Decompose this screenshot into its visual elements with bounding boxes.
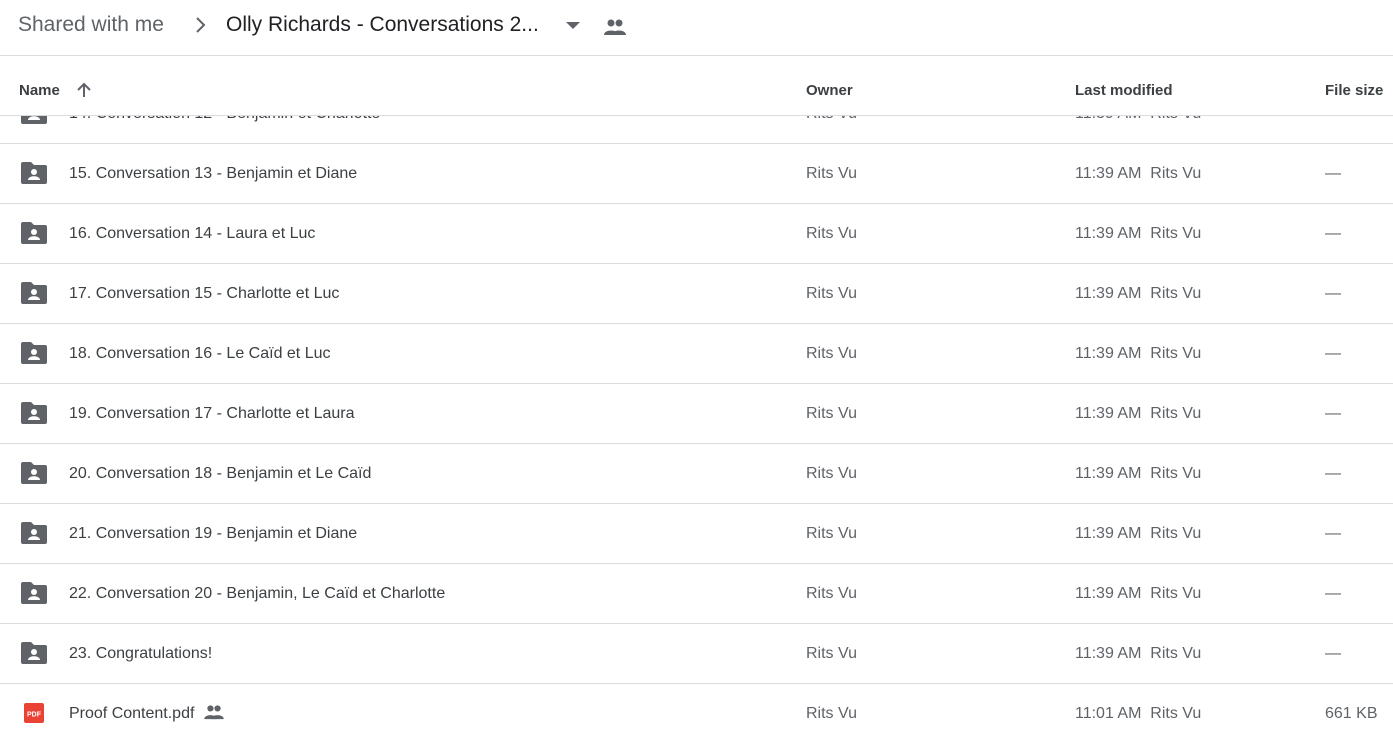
file-list-row[interactable]: 17. Conversation 15 - Charlotte et Luc Ri… [0, 264, 1393, 324]
file-name-text: 18. Conversation 16 - Le Caïd et Luc [69, 345, 331, 362]
file-name-text: 23. Congratulations! [69, 645, 213, 662]
pdf-file-icon: PDF [24, 703, 44, 723]
file-size: — [1325, 225, 1341, 242]
shared-folder-icon [21, 522, 47, 544]
file-list-row[interactable]: 20. Conversation 18 - Benjamin et Le Caï… [0, 444, 1393, 504]
file-size: — [1325, 645, 1341, 662]
file-owner: Rits Vu [806, 465, 857, 482]
file-name-text: 21. Conversation 19 - Benjamin et Diane [69, 525, 358, 542]
file-list: 14. Conversation 12 - Benjamin et Charlo… [0, 84, 1393, 740]
column-header-owner[interactable]: Owner [806, 81, 853, 101]
file-owner: Rits Vu [806, 225, 857, 242]
file-owner: Rits Vu [806, 645, 857, 662]
file-list-row[interactable]: 22. Conversation 20 - Benjamin, Le Caïd … [0, 564, 1393, 624]
file-size: — [1325, 465, 1341, 482]
file-name-text: 17. Conversation 15 - Charlotte et Luc [69, 285, 340, 302]
breadcrumb-bar: Shared with me Olly Richards - Conversat… [0, 0, 1393, 56]
file-last-modified: 11:39 AM Rits Vu [1075, 285, 1202, 302]
file-name[interactable]: Proof Content.pdf [69, 704, 225, 724]
shared-folder-icon [21, 402, 47, 424]
shared-folder-icon [21, 342, 47, 364]
shared-folder-icon [21, 582, 47, 604]
file-name-text: 19. Conversation 17 - Charlotte et Laura [69, 405, 355, 422]
file-size: — [1325, 405, 1341, 422]
file-owner: Rits Vu [806, 285, 857, 302]
file-name[interactable]: 17. Conversation 15 - Charlotte et Luc [69, 284, 339, 304]
column-header-file-size[interactable]: File size [1325, 81, 1383, 101]
file-list-row[interactable]: 19. Conversation 17 - Charlotte et Laura… [0, 384, 1393, 444]
file-name[interactable]: 20. Conversation 18 - Benjamin et Le Caï… [69, 464, 371, 484]
shared-folder-icon [21, 282, 47, 304]
shared-folder-icon [21, 462, 47, 484]
shared-folder-icon [21, 642, 47, 664]
file-name[interactable]: 21. Conversation 19 - Benjamin et Diane [69, 524, 357, 544]
file-last-modified: 11:39 AM Rits Vu [1075, 225, 1202, 242]
shared-people-icon [204, 705, 225, 719]
file-list-row[interactable]: 18. Conversation 16 - Le Caïd et Luc Rits… [0, 324, 1393, 384]
file-name-text: Proof Content.pdf [69, 705, 195, 722]
breadcrumb-current-folder[interactable]: Olly Richards - Conversations 2... [226, 12, 539, 38]
file-last-modified: 11:39 AM Rits Vu [1075, 165, 1202, 182]
file-name-text: 20. Conversation 18 - Benjamin et Le Caï… [69, 465, 372, 482]
breadcrumb-shared-with-me[interactable]: Shared with me [18, 12, 164, 38]
file-last-modified: 11:39 AM Rits Vu [1075, 465, 1202, 482]
file-name[interactable]: 16. Conversation 14 - Laura et Luc [69, 224, 315, 244]
shared-folder-icon [21, 222, 47, 244]
file-name-text: 16. Conversation 14 - Laura et Luc [69, 225, 316, 242]
file-size: 661 KB [1325, 705, 1378, 722]
file-owner: Rits Vu [806, 345, 857, 362]
file-list-row[interactable]: 15. Conversation 13 - Benjamin et Diane R… [0, 144, 1393, 204]
file-name[interactable]: 19. Conversation 17 - Charlotte et Laura [69, 404, 355, 424]
file-name[interactable]: 22. Conversation 20 - Benjamin, Le Caïd … [69, 584, 445, 604]
file-name[interactable]: 15. Conversation 13 - Benjamin et Diane [69, 164, 357, 184]
sort-ascending-arrow-icon[interactable] [75, 81, 93, 99]
file-owner: Rits Vu [806, 405, 857, 422]
file-size: — [1325, 525, 1341, 542]
file-owner: Rits Vu [806, 165, 857, 182]
file-last-modified: 11:39 AM Rits Vu [1075, 405, 1202, 422]
file-owner: Rits Vu [806, 585, 857, 602]
file-list-row[interactable]: 21. Conversation 19 - Benjamin et Diane R… [0, 504, 1393, 564]
file-last-modified: 11:39 AM Rits Vu [1075, 345, 1202, 362]
column-header-last-modified[interactable]: Last modified [1075, 81, 1173, 101]
file-size: — [1325, 345, 1341, 362]
shared-people-icon[interactable] [604, 18, 626, 36]
file-last-modified: 11:39 AM Rits Vu [1075, 645, 1202, 662]
file-name-text: 15. Conversation 13 - Benjamin et Diane [69, 165, 358, 182]
file-name[interactable]: 23. Congratulations! [69, 644, 212, 664]
file-size: — [1325, 585, 1341, 602]
file-list-row[interactable]: 23. Congratulations! Rits Vu 11:39 AM Rits… [0, 624, 1393, 684]
file-last-modified: 11:39 AM Rits Vu [1075, 585, 1202, 602]
file-name[interactable]: 18. Conversation 16 - Le Caïd et Luc [69, 344, 331, 364]
file-list-row[interactable]: 16. Conversation 14 - Laura et Luc Rits V… [0, 204, 1393, 264]
file-size: — [1325, 285, 1341, 302]
column-header-row: Name Owner Last modified File size [0, 56, 1393, 116]
column-header-name[interactable]: Name [19, 81, 60, 101]
shared-folder-icon [21, 162, 47, 184]
file-last-modified: 11:39 AM Rits Vu [1075, 525, 1202, 542]
file-last-modified: 11:01 AM Rits Vu [1075, 705, 1202, 722]
dropdown-arrow-icon[interactable] [566, 22, 580, 30]
file-owner: Rits Vu [806, 525, 857, 542]
file-name-text: 22. Conversation 20 - Benjamin, Le Caïd … [69, 585, 446, 602]
chevron-right-icon [196, 17, 206, 33]
file-owner: Rits Vu [806, 705, 857, 722]
pdf-icon-label: PDF [27, 712, 42, 719]
file-list-row[interactable]: PDF Proof Content.pdf Rits Vu 11:01 AM Rit… [0, 684, 1393, 740]
file-size: — [1325, 165, 1341, 182]
